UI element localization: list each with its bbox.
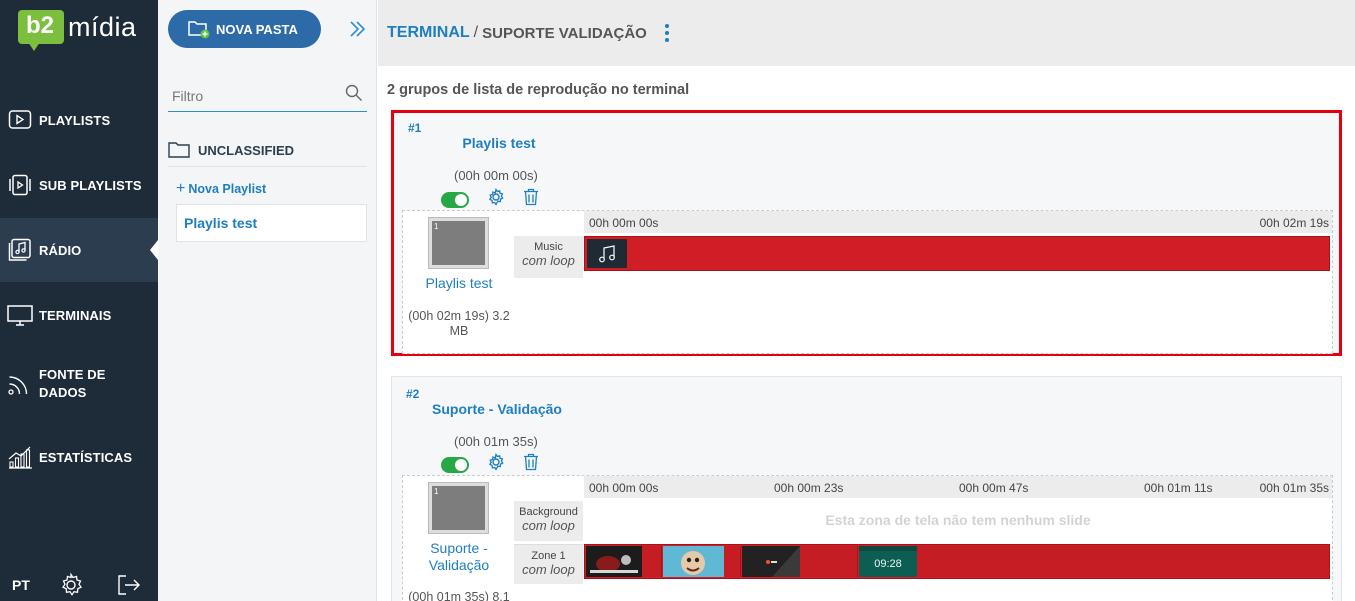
sidebar-item-label: SUB PLAYLISTS	[39, 177, 142, 193]
breadcrumb-separator: /	[473, 24, 479, 41]
folder-icon	[168, 141, 190, 159]
sidebar-item-terminais[interactable]: TERMINAIS	[0, 283, 158, 347]
sidebar-item-playlists[interactable]: PLAYLISTS	[0, 88, 158, 152]
sidebar-item-radio[interactable]: RÁDIO	[0, 218, 158, 282]
slide-thumbnail[interactable]	[586, 546, 662, 577]
group-controls	[441, 452, 539, 476]
zone-label: Zone 1 com loop	[514, 544, 583, 584]
timeline-tick: 00h 00m 00s	[589, 216, 659, 230]
filter-field	[168, 80, 367, 112]
settings-gear-icon[interactable]	[42, 572, 100, 598]
language-selector[interactable]: PT	[0, 577, 42, 593]
sidebar-item-fonte-de-dados[interactable]: FONTE DE DADOS	[0, 352, 158, 416]
settings-gear-icon[interactable]	[487, 452, 505, 476]
sub-playlists-icon	[7, 173, 33, 197]
sidebar-item-label: FONTE DE DADOS	[39, 367, 106, 400]
slide-thumbnail[interactable]	[742, 546, 858, 577]
folder-label: UNCLASSIFIED	[198, 142, 295, 158]
group-title: Playlis test	[462, 135, 536, 151]
timeline-zone-bar[interactable]	[584, 236, 1330, 271]
timeline-tick: 00h 00m 00s	[589, 481, 659, 495]
timeline-tick: 00h 02m 19s	[1259, 216, 1329, 230]
filter-input[interactable]	[172, 87, 322, 104]
folder-add-icon	[188, 19, 210, 39]
empty-zone-message: Esta zona de tela não tem nenhum slide	[825, 512, 1091, 528]
timeline-ruler: 00h 00m 00s 00h 00m 23s 00h 00m 47s 00h …	[584, 476, 1332, 498]
more-options-icon[interactable]	[664, 24, 669, 42]
radio-music-icon	[7, 238, 33, 262]
main-content: TERMINAL / SUPORTE VALIDAÇÃO 2 grupos de…	[378, 0, 1355, 601]
plus-icon: +	[176, 180, 186, 197]
group-title: Suporte - Validação	[432, 401, 562, 417]
settings-gear-icon[interactable]	[487, 187, 505, 211]
group-timeline-area: 1 Playlis test (00h 02m 19s) 3.2 MB 00h …	[402, 210, 1333, 354]
page-title: SUPORTE VALIDAÇÃO	[482, 24, 647, 42]
new-folder-label: NOVA PASTA	[216, 21, 298, 37]
thumbnail-title[interactable]: Suporte - Validação	[409, 540, 509, 574]
playlist-group-card[interactable]: #1 Playlis test (00h 00m 00s) 1 Playlis …	[391, 110, 1342, 356]
logout-icon[interactable]	[100, 574, 158, 596]
thumbnail-title[interactable]: Playlis test	[409, 275, 509, 291]
group-duration: (00h 01m 35s)	[454, 434, 538, 449]
sidebar-item-estatisticas[interactable]: ESTATÍSTICAS	[0, 425, 158, 489]
group-number: #1	[408, 121, 422, 135]
groups-heading: 2 grupos de lista de reprodução no termi…	[387, 82, 690, 98]
playlist-thumbnail[interactable]: 1	[429, 218, 488, 268]
thumbnail-meta: (00h 01m 35s) 8.1	[408, 590, 510, 601]
thumbnail-meta: (00h 02m 19s) 3.2 MB	[408, 309, 510, 338]
brand-name: mídia	[68, 12, 137, 42]
zone-label: Music com loop	[514, 236, 583, 278]
bar-chart-icon	[7, 445, 33, 469]
timeline-ruler: 00h 00m 00s 00h 02m 19s	[584, 211, 1332, 233]
rss-icon	[7, 372, 33, 396]
breadcrumb-terminal-link[interactable]: TERMINAL	[387, 24, 470, 42]
sidebar-item-label: PLAYLISTS	[39, 112, 111, 128]
group-enabled-toggle[interactable]	[441, 191, 469, 208]
playlist-list-item[interactable]: Playlis test	[176, 204, 367, 242]
timeline-tick: 00h 01m 35s	[1259, 481, 1329, 495]
sidebar: b2 mídia PLAYLISTS SUB PLAYLISTS RÁDIO T…	[0, 0, 158, 601]
collapse-panel-icon[interactable]	[349, 20, 366, 43]
playlist-group-card[interactable]: #2 Suporte - Validação (00h 01m 35s) 1 S…	[391, 376, 1342, 601]
timeline-zone-bar[interactable]: 09:28	[584, 544, 1330, 579]
group-controls	[441, 187, 539, 211]
sidebar-footer: PT	[0, 569, 158, 601]
playlist-thumbnail[interactable]: 1	[429, 483, 488, 533]
monitor-icon	[7, 303, 33, 327]
new-folder-button[interactable]: NOVA PASTA	[168, 10, 321, 48]
timeline-tick: 00h 00m 47s	[959, 481, 1029, 495]
play-square-icon	[7, 108, 33, 132]
logo-badge: b2	[18, 10, 64, 44]
brand-logo[interactable]: b2 mídia	[18, 10, 143, 55]
trash-icon[interactable]	[523, 453, 539, 476]
trash-icon[interactable]	[523, 188, 539, 211]
slide-thumbnail[interactable]: 09:28	[859, 546, 1329, 577]
clock-slide-text: 09:28	[874, 558, 902, 570]
breadcrumb: TERMINAL / SUPORTE VALIDAÇÃO	[378, 0, 1355, 66]
folder-unclassified[interactable]: UNCLASSIFIED	[168, 134, 367, 167]
timeline-tick: 00h 01m 11s	[1144, 481, 1213, 495]
search-icon[interactable]	[345, 84, 363, 107]
playlist-panel: NOVA PASTA UNCLASSIFIED +Nova Playlist P…	[158, 0, 377, 601]
slide-thumbnail[interactable]	[663, 546, 741, 577]
music-note-icon[interactable]	[587, 239, 627, 268]
zone-label: Background com loop	[514, 501, 583, 541]
group-enabled-toggle[interactable]	[441, 456, 469, 473]
group-timeline-area: 1 Suporte - Validação (00h 01m 35s) 8.1 …	[402, 475, 1333, 601]
sidebar-item-sub-playlists[interactable]: SUB PLAYLISTS	[0, 153, 158, 217]
sidebar-item-label: TERMINAIS	[39, 307, 112, 323]
group-number: #2	[406, 387, 420, 401]
timeline-tick: 00h 00m 23s	[774, 481, 844, 495]
sidebar-item-label: RÁDIO	[39, 242, 82, 258]
sidebar-item-label: ESTATÍSTICAS	[39, 449, 133, 465]
group-duration: (00h 00m 00s)	[454, 168, 538, 183]
new-playlist-link[interactable]: + Nova Playlist	[176, 180, 266, 198]
